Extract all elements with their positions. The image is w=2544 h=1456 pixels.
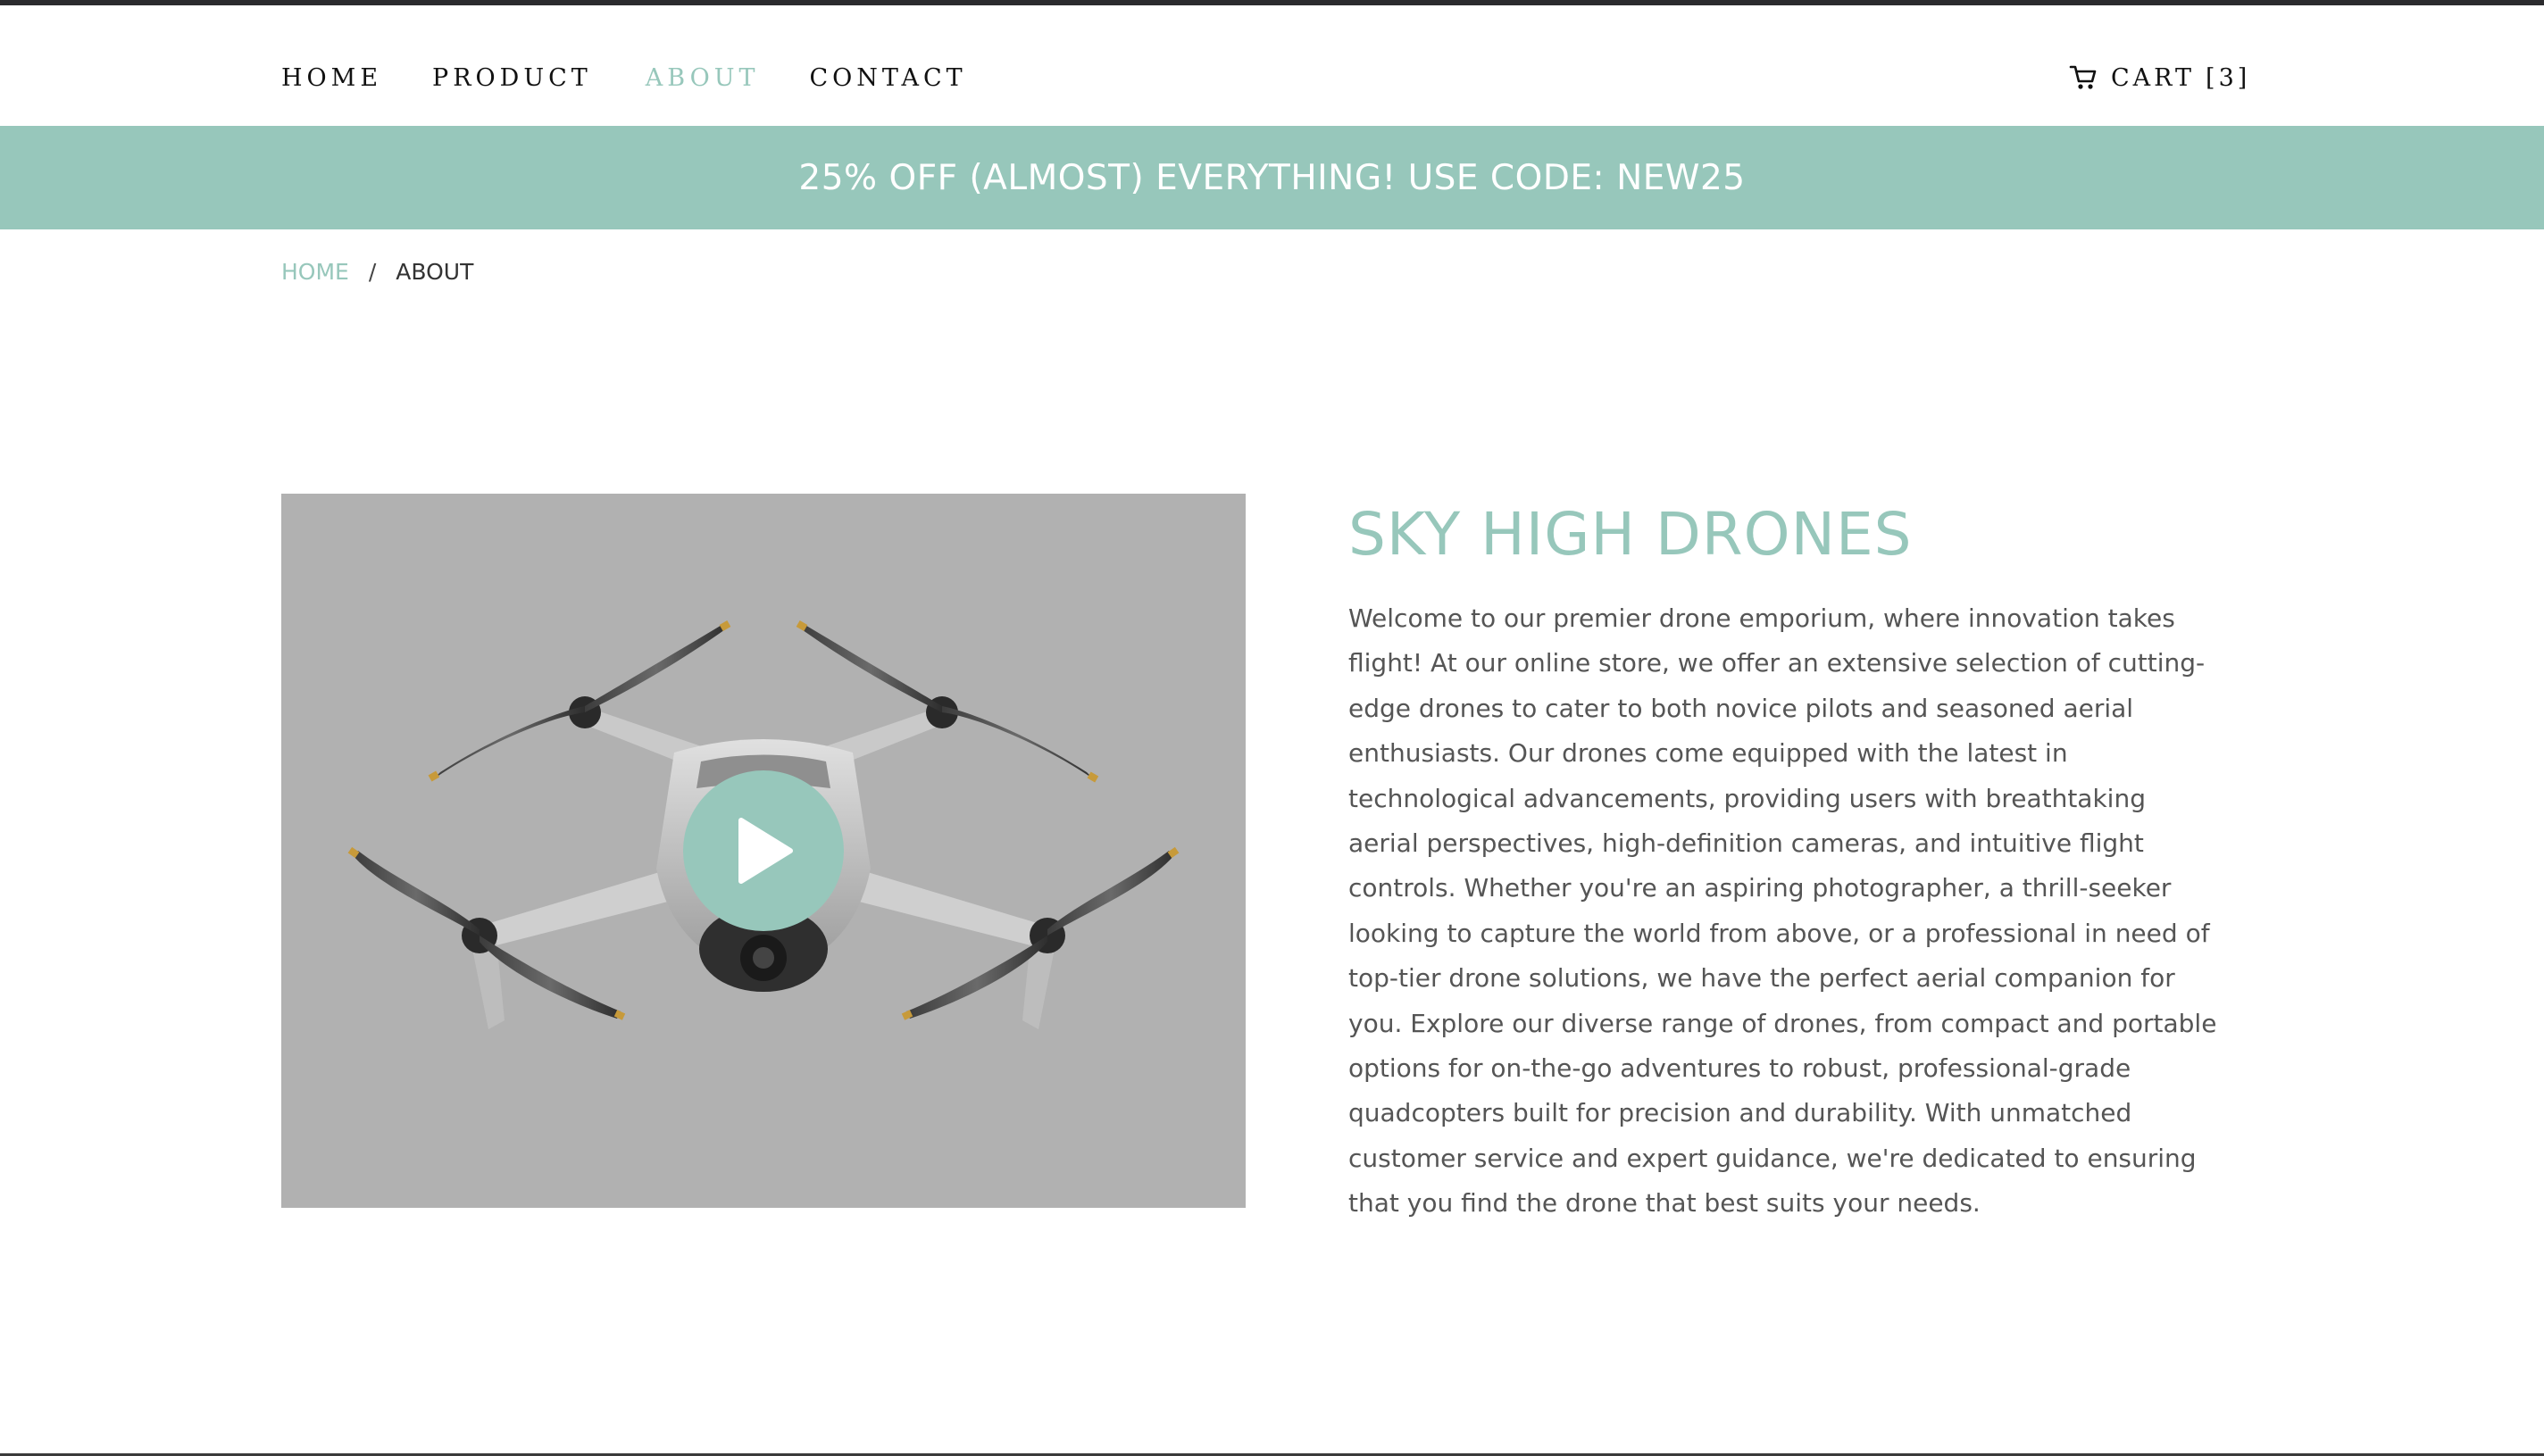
promo-text: 25% OFF (ALMOST) EVERYTHING! USE CODE: N… [798, 157, 1746, 198]
play-icon [738, 818, 793, 884]
about-description: Welcome to our premier drone emporium, w… [1348, 603, 2217, 1219]
nav-about-link[interactable]: ABOUT [646, 64, 760, 92]
about-video[interactable] [281, 494, 1246, 1208]
nav-home-link[interactable]: HOME [281, 64, 382, 92]
breadcrumb-separator: / [368, 259, 377, 285]
nav-contact-link[interactable]: CONTACT [810, 64, 967, 92]
nav-product-link[interactable]: PRODUCT [432, 64, 592, 92]
breadcrumb-home-link[interactable]: HOME [281, 259, 349, 285]
breadcrumb: HOME / ABOUT [281, 259, 473, 285]
cart-button[interactable]: CART [3] [2068, 62, 2250, 93]
top-border [0, 0, 2544, 5]
promo-banner: 25% OFF (ALMOST) EVERYTHING! USE CODE: N… [0, 126, 2544, 229]
cart-count: [3] [2206, 63, 2251, 92]
cart-label: CART [2111, 63, 2196, 92]
cart-icon [2068, 62, 2098, 93]
breadcrumb-current: ABOUT [396, 259, 474, 285]
play-button[interactable] [683, 770, 844, 931]
about-title: SKY HIGH DRONES [1348, 500, 1913, 569]
main-nav: HOME PRODUCT ABOUT CONTACT [281, 64, 1017, 92]
